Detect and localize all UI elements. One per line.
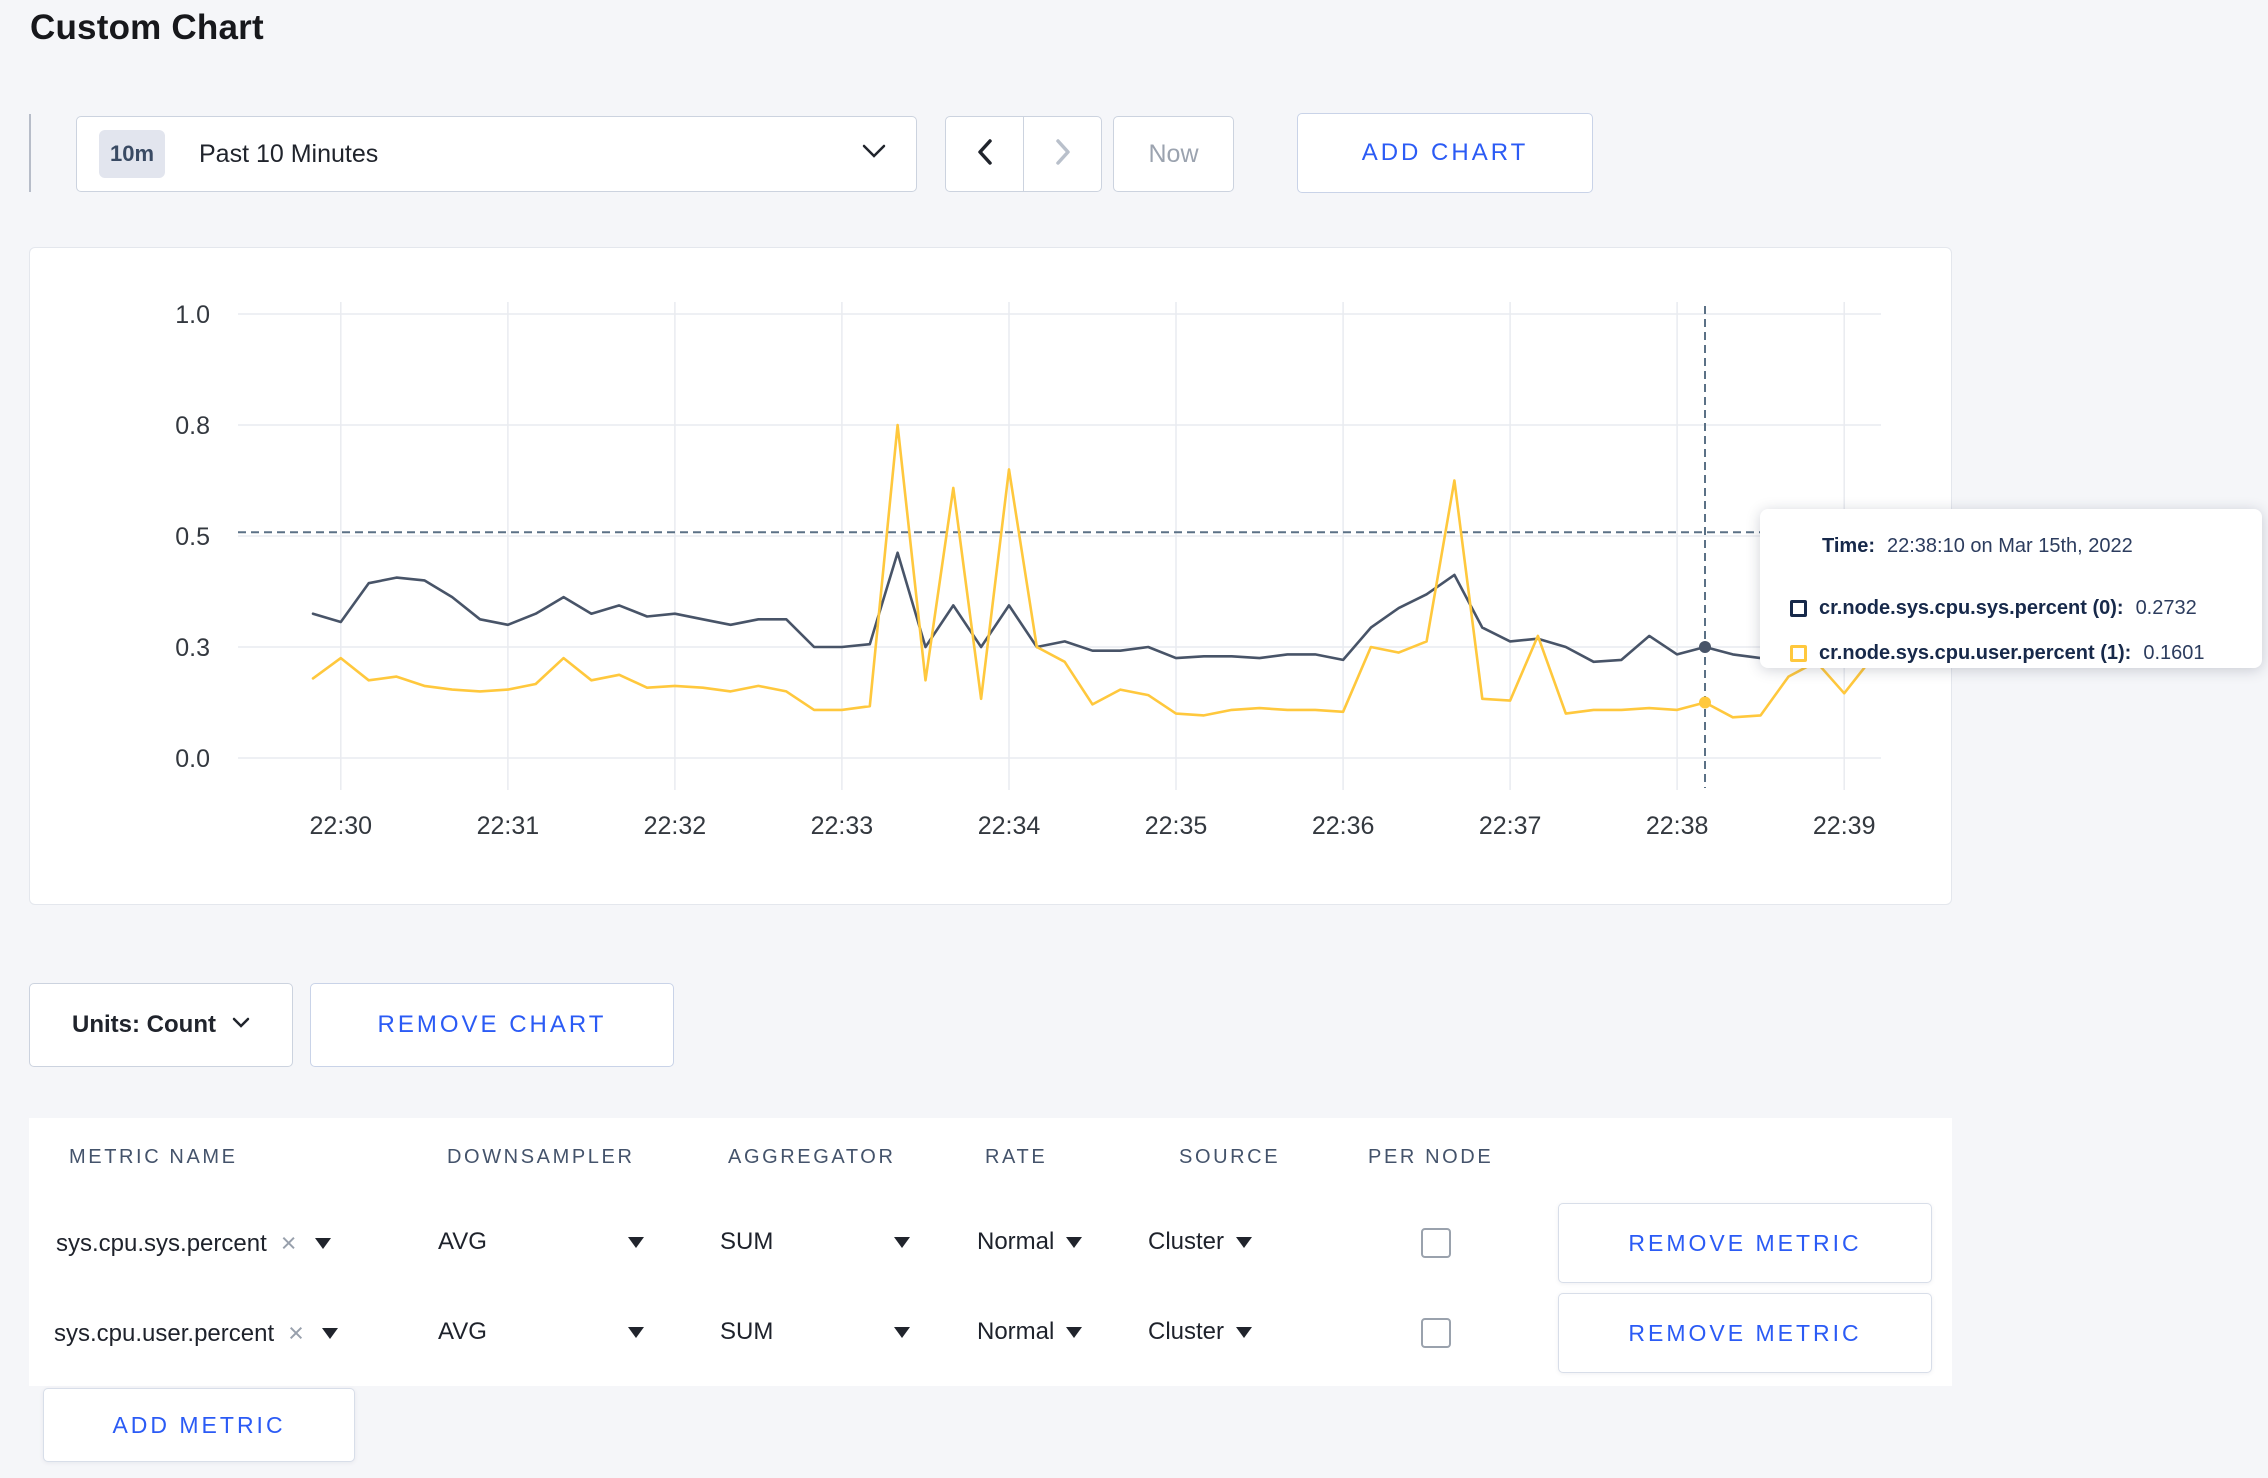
svg-text:22:36: 22:36 [1312,812,1375,840]
source-select[interactable]: Cluster [1148,1318,1253,1346]
remove-metric-button[interactable]: REMOVE METRIC [1558,1293,1932,1373]
chevron-left-icon [977,138,993,171]
aggregator-select[interactable]: SUM [720,1318,910,1346]
metric-name-select[interactable]: sys.cpu.sys.percent × [56,1228,331,1259]
downsampler-select[interactable]: AVG [438,1318,644,1346]
caret-down-icon [321,1328,338,1339]
caret-down-icon [628,1326,644,1338]
rate-value: Normal [977,1318,1055,1345]
add-metric-button[interactable]: ADD METRIC [43,1388,355,1462]
col-header-per-node: PER NODE [1368,1146,1494,1168]
source-value: Cluster [1148,1318,1225,1345]
chart-tooltip: Time: 22:38:10 on Mar 15th, 2022 cr.node… [1760,509,2262,668]
remove-chart-button[interactable]: REMOVE CHART [310,983,674,1067]
tooltip-user-name: cr.node.sys.cpu.user.percent (1): [1819,642,2132,664]
now-button[interactable]: Now [1113,116,1234,192]
svg-text:22:33: 22:33 [811,812,874,840]
downsampler-select[interactable]: AVG [438,1228,644,1256]
caret-down-icon [1066,1236,1083,1248]
col-header-aggregator: AGGREGATOR [728,1146,896,1168]
source-select[interactable]: Cluster [1148,1228,1253,1256]
col-header-source: SOURCE [1179,1146,1281,1168]
tooltip-series-sys-row: cr.node.sys.cpu.sys.percent (0): 0.2732 [1790,597,2197,620]
downsampler-value: AVG [438,1318,487,1345]
svg-text:0.8: 0.8 [175,412,210,440]
next-time-button[interactable] [1024,117,1101,191]
time-range-dropdown[interactable]: 10m Past 10 Minutes [76,116,917,192]
units-label: Units: Count [72,1011,216,1038]
tooltip-time-row: Time: 22:38:10 on Mar 15th, 2022 [1822,535,2133,558]
caret-down-icon [314,1238,331,1249]
per-node-checkbox[interactable] [1421,1228,1451,1258]
col-header-downsampler: DOWNSAMPLER [447,1146,635,1168]
page-title: Custom Chart [30,8,264,47]
sys-series-swatch-icon [1790,600,1807,617]
svg-text:0.5: 0.5 [175,523,210,551]
aggregator-select[interactable]: SUM [720,1228,910,1256]
svg-text:22:34: 22:34 [978,812,1041,840]
metric-name-label: sys.cpu.sys.percent [56,1229,267,1257]
svg-text:22:37: 22:37 [1479,812,1542,840]
tooltip-sys-value: 0.2732 [2135,597,2197,619]
tooltip-series-user-row: cr.node.sys.cpu.user.percent (1): 0.1601 [1790,642,2205,665]
units-dropdown[interactable]: Units: Count [29,983,293,1067]
svg-text:22:38: 22:38 [1646,812,1709,840]
add-chart-button[interactable]: ADD CHART [1297,113,1593,193]
caret-down-icon [894,1326,910,1338]
downsampler-value: AVG [438,1228,487,1255]
metrics-chart[interactable]: 1.0 0.8 0.5 0.3 0.0 22:30 22:31 22:32 22:33 22:34… [30,248,1950,903]
per-node-checkbox[interactable] [1421,1318,1451,1348]
col-header-rate: RATE [985,1146,1048,1168]
chevron-down-icon [232,1016,250,1034]
chevron-right-icon [1055,138,1071,171]
svg-text:22:31: 22:31 [477,812,540,840]
svg-text:22:35: 22:35 [1145,812,1208,840]
caret-down-icon [1066,1326,1083,1338]
clear-metric-icon[interactable]: × [281,1228,297,1259]
user-series-swatch-icon [1790,645,1807,662]
svg-text:0.0: 0.0 [175,745,210,773]
chart-card: 1.0 0.8 0.5 0.3 0.0 22:30 22:31 22:32 22:33 22:34… [29,247,1952,905]
clear-metric-icon[interactable]: × [288,1318,304,1349]
svg-text:0.3: 0.3 [175,634,210,662]
rate-select[interactable]: Normal [977,1318,1083,1346]
caret-down-icon [894,1236,910,1248]
rate-value: Normal [977,1228,1055,1255]
time-range-badge: 10m [99,130,165,178]
metric-name-select[interactable]: sys.cpu.user.percent × [54,1318,338,1349]
tooltip-user-value: 0.1601 [2143,642,2205,664]
chevron-down-icon [862,144,886,164]
toolbar-divider [29,114,31,192]
time-range-label: Past 10 Minutes [199,139,379,168]
metric-name-label: sys.cpu.user.percent [54,1319,275,1347]
svg-text:22:32: 22:32 [644,812,707,840]
svg-text:22:39: 22:39 [1813,812,1876,840]
col-header-metric-name: METRIC NAME [69,1146,238,1168]
rate-select[interactable]: Normal [977,1228,1083,1256]
svg-text:22:30: 22:30 [310,812,373,840]
prev-time-button[interactable] [946,117,1024,191]
source-value: Cluster [1148,1228,1225,1255]
aggregator-value: SUM [720,1228,774,1255]
tooltip-time-label: Time: [1822,535,1875,557]
time-nav-group [945,116,1102,192]
caret-down-icon [1236,1326,1253,1338]
tooltip-sys-name: cr.node.sys.cpu.sys.percent (0): [1819,597,2124,619]
tooltip-time-value: 22:38:10 on Mar 15th, 2022 [1886,535,2133,557]
remove-metric-button[interactable]: REMOVE METRIC [1558,1203,1932,1283]
caret-down-icon [1236,1236,1253,1248]
caret-down-icon [628,1236,644,1248]
aggregator-value: SUM [720,1318,774,1345]
svg-text:1.0: 1.0 [175,301,210,329]
